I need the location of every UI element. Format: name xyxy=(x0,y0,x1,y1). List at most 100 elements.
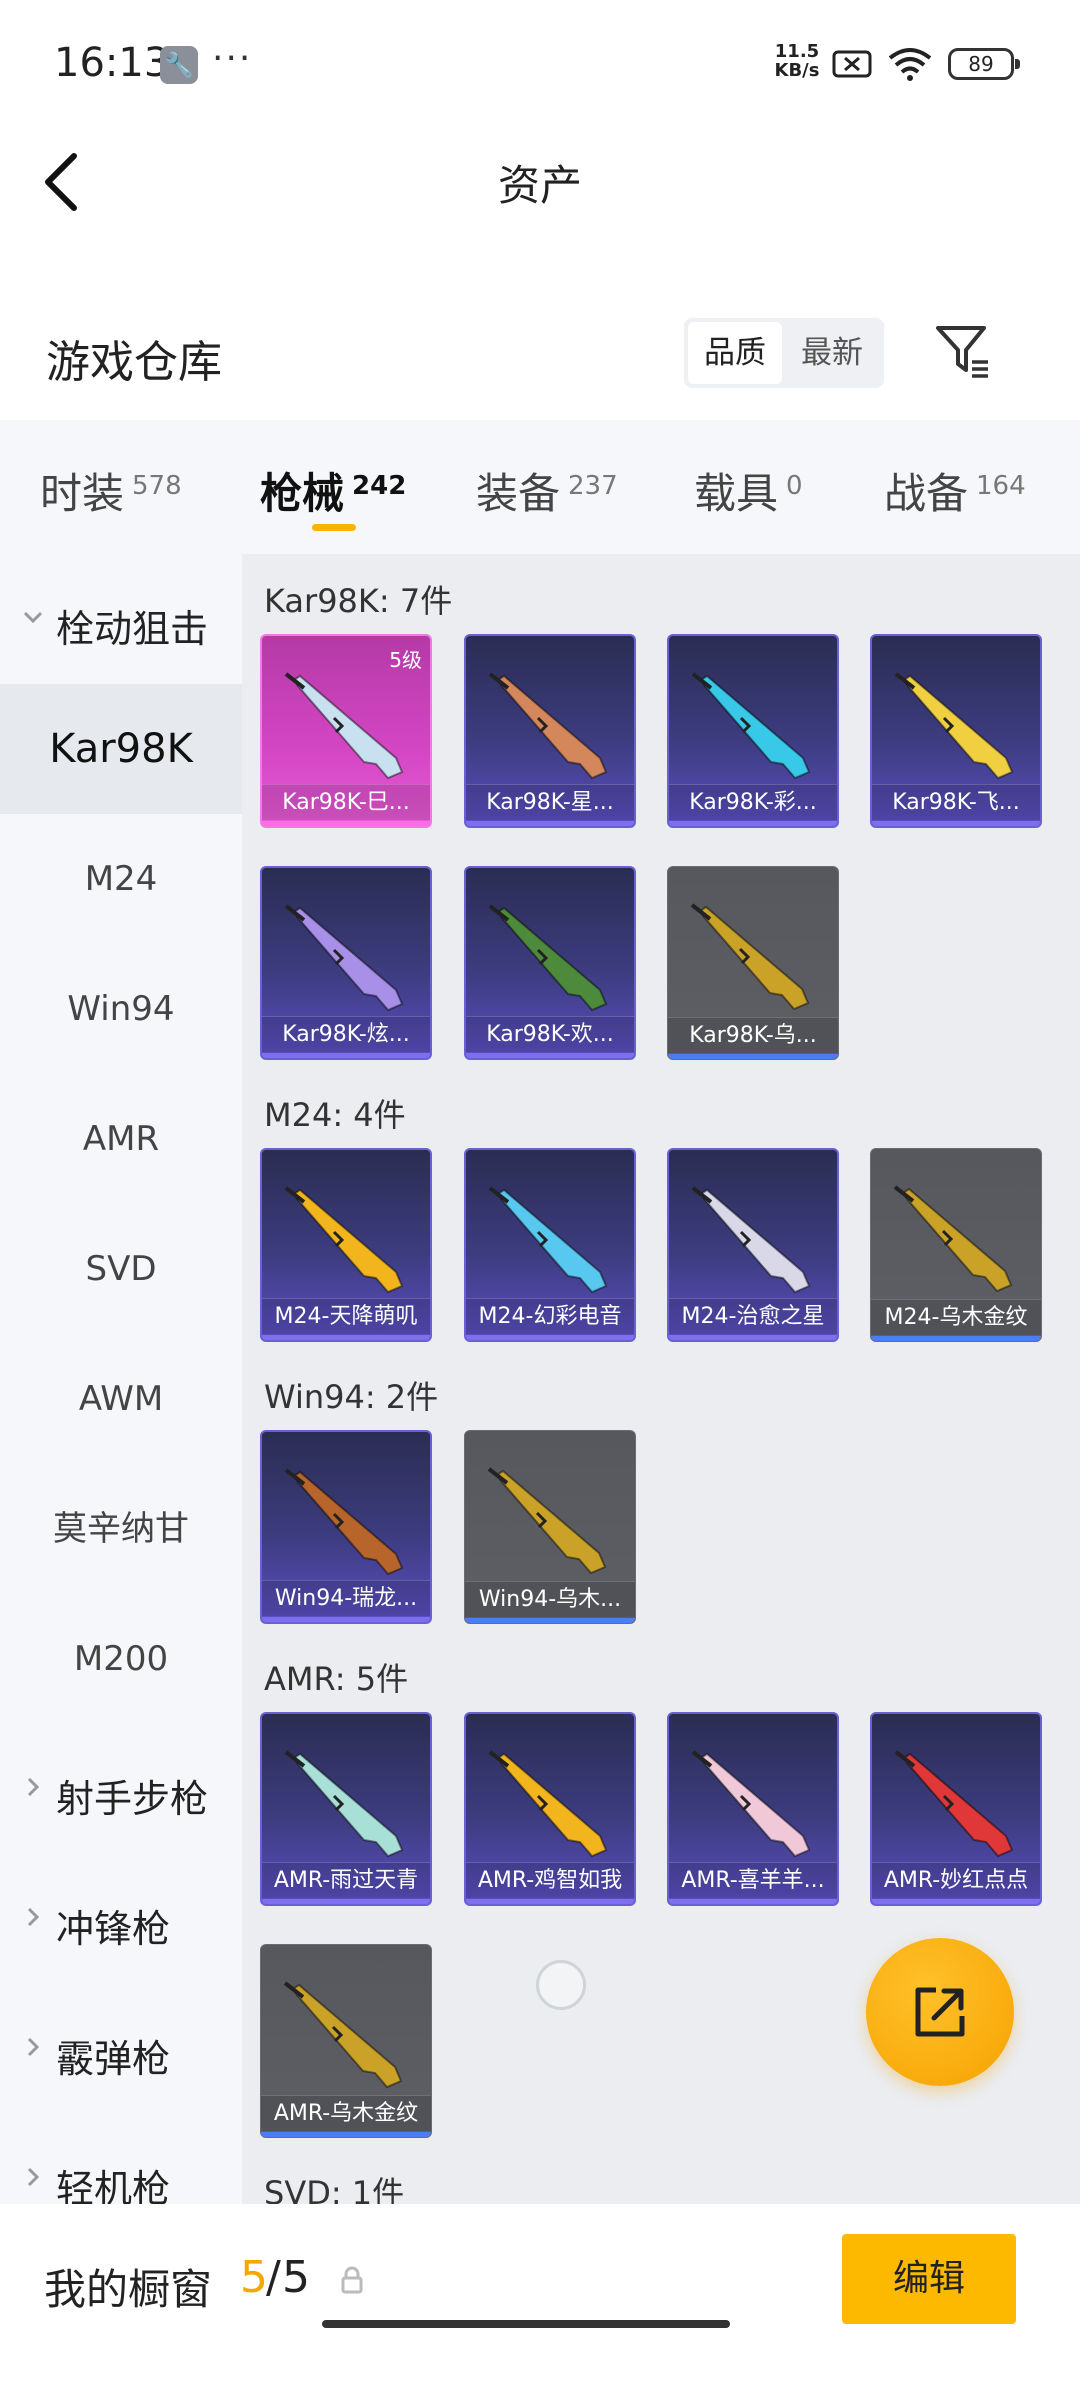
weapon-skin-card[interactable]: AMR-雨过天青 xyxy=(260,1712,432,1906)
sidebar-item-awm[interactable]: AWM xyxy=(0,1334,242,1464)
sidebar-group-label: 射手步枪 xyxy=(56,1777,209,1821)
filter-icon[interactable] xyxy=(934,322,992,380)
weapon-skin-card[interactable]: Kar98K-飞... xyxy=(870,634,1042,828)
weapon-skin-card[interactable]: AMR-鸡智如我 xyxy=(464,1712,636,1906)
chevron-right-icon xyxy=(27,1777,40,1797)
home-indicator[interactable] xyxy=(322,2320,730,2328)
share-button[interactable] xyxy=(866,1938,1014,2086)
weapon-skin-card[interactable]: Win94-乌木... xyxy=(464,1430,636,1624)
weapon-skin-name: Kar98K-飞... xyxy=(872,784,1040,820)
weapon-skin-name: M24-幻彩电音 xyxy=(466,1298,634,1334)
sim-disabled-icon xyxy=(832,50,872,78)
sort-newest-button[interactable]: 最新 xyxy=(784,322,880,384)
weapon-skin-card[interactable]: M24-天降萌叽 xyxy=(260,1148,432,1342)
tab-label: 装备 xyxy=(476,469,561,518)
rifle-icon xyxy=(894,672,1014,780)
weapon-skin-card[interactable]: Kar98K-星... xyxy=(464,634,636,828)
rifle-icon xyxy=(690,903,810,1011)
weapon-skin-name: Kar98K-欢... xyxy=(466,1016,634,1052)
wifi-icon xyxy=(888,48,932,81)
weapon-skin-card[interactable]: AMR-妙红点点 xyxy=(870,1712,1042,1906)
tab-count: 0 xyxy=(786,471,803,501)
page-title: 资产 xyxy=(497,161,582,210)
tab-vehicles[interactable]: 载具 0 xyxy=(694,460,803,520)
share-icon xyxy=(915,1987,965,2037)
level-badge: 5级 xyxy=(389,648,422,672)
weapon-skin-name: M24-天降萌叽 xyxy=(262,1298,430,1334)
rifle-icon xyxy=(488,1750,608,1858)
sort-quality-button[interactable]: 品质 xyxy=(688,322,782,384)
network-speed: 11.5 KB/s xyxy=(774,41,820,81)
rifle-icon xyxy=(284,1186,404,1294)
wrench-icon: 🔧 xyxy=(160,46,198,84)
showcase-bar: 我的橱窗 5 / 5 编辑 xyxy=(0,2204,1080,2400)
sidebar-group-shotgun[interactable]: 霰弹枪 xyxy=(0,1984,242,2114)
edit-button[interactable]: 编辑 xyxy=(842,2234,1016,2324)
category-tabs: 时装 578 枪械 242 装备 237 载具 0 战备 164 xyxy=(0,420,1080,554)
tab-count: 242 xyxy=(352,471,407,501)
rifle-icon xyxy=(691,1186,811,1294)
tab-count: 237 xyxy=(568,471,618,501)
rifle-icon xyxy=(893,1185,1013,1293)
section-title: Kar98K: 7件 xyxy=(264,582,453,620)
weapon-skin-card[interactable]: M24-乌木金纹 xyxy=(870,1148,1042,1342)
showcase-used-count: 5 xyxy=(240,2252,268,2303)
tab-count: 164 xyxy=(976,471,1026,501)
sidebar-item-kar98k[interactable]: Kar98K xyxy=(0,684,242,814)
status-bar: 16:13 🔧 ··· 11.5 KB/s 89 xyxy=(0,0,1080,126)
weapon-skin-card[interactable]: M24-幻彩电音 xyxy=(464,1148,636,1342)
warehouse-title: 游戏仓库 xyxy=(46,337,222,388)
showcase-label: 我的橱窗 xyxy=(44,2265,213,2314)
weapon-skin-card[interactable]: Kar98K-欢... xyxy=(464,866,636,1060)
weapon-skin-card[interactable]: AMR-喜羊羊... xyxy=(667,1712,839,1906)
weapon-skin-name: Kar98K-彩... xyxy=(669,784,837,820)
scroll-handle[interactable] xyxy=(536,1960,586,2010)
weapon-skin-name: AMR-鸡智如我 xyxy=(466,1862,634,1898)
weapon-skin-name: Win94-乌木... xyxy=(465,1581,635,1617)
section-title: SVD: 1件 xyxy=(264,2174,405,2204)
weapon-skin-card[interactable]: M24-治愈之星 xyxy=(667,1148,839,1342)
sidebar-group-lmg[interactable]: 轻机枪 xyxy=(0,2114,242,2204)
weapon-skin-card[interactable]: Kar98K-乌... xyxy=(667,866,839,1060)
more-notifications-icon: ··· xyxy=(212,38,253,79)
tab-label: 载具 xyxy=(694,469,779,518)
weapon-skin-card[interactable]: AMR-乌木金纹 xyxy=(260,1944,432,2138)
tab-supplies[interactable]: 战备 164 xyxy=(884,460,1026,520)
sidebar-group-bolt-action[interactable]: 栓动狙击 xyxy=(0,554,242,684)
chevron-right-icon xyxy=(27,1907,40,1927)
sidebar-item-amr[interactable]: AMR xyxy=(0,1074,242,1204)
tab-label: 战备 xyxy=(884,469,969,518)
tab-equipment[interactable]: 装备 237 xyxy=(476,460,618,520)
sidebar-group-marksman[interactable]: 射手步枪 xyxy=(0,1724,242,1854)
weapon-skin-card[interactable]: Win94-瑞龙... xyxy=(260,1430,432,1624)
rifle-icon xyxy=(283,1981,403,2089)
sidebar-item-m200[interactable]: M200 xyxy=(0,1594,242,1724)
sidebar-group-smg[interactable]: 冲锋枪 xyxy=(0,1854,242,1984)
weapon-skin-card[interactable]: Kar98K-彩... xyxy=(667,634,839,828)
weapon-skin-name: AMR-妙红点点 xyxy=(872,1862,1040,1898)
sort-toggle: 品质 最新 xyxy=(684,318,884,388)
sidebar-item-win94[interactable]: Win94 xyxy=(0,944,242,1074)
section-title: Win94: 2件 xyxy=(264,1378,439,1416)
weapon-skin-card[interactable]: 5级 Kar98K-巳... xyxy=(260,634,432,828)
rifle-icon xyxy=(691,672,811,780)
showcase-total-count: 5 xyxy=(282,2252,310,2303)
sidebar-item-svd[interactable]: SVD xyxy=(0,1204,242,1334)
weapon-skin-name: Win94-瑞龙... xyxy=(262,1580,430,1616)
rifle-icon xyxy=(284,672,404,780)
active-tab-indicator xyxy=(312,524,356,531)
showcase-separator: / xyxy=(266,2252,281,2303)
weapon-skin-name: Kar98K-巳... xyxy=(262,784,430,820)
rifle-icon xyxy=(894,1750,1014,1858)
sidebar-item-m24[interactable]: M24 xyxy=(0,814,242,944)
sidebar-item-mosin[interactable]: 莫辛纳甘 xyxy=(0,1464,242,1594)
rifle-icon xyxy=(487,1467,607,1575)
sidebar-group-label: 霰弹枪 xyxy=(56,2037,171,2081)
rifle-icon xyxy=(284,1750,404,1858)
lock-icon xyxy=(341,2266,363,2294)
weapon-skin-name: Kar98K-乌... xyxy=(668,1017,838,1053)
tab-outfit[interactable]: 时装 578 xyxy=(40,460,182,520)
tab-weapons[interactable]: 枪械 242 xyxy=(260,460,406,520)
chevron-right-icon xyxy=(27,2167,40,2187)
weapon-skin-card[interactable]: Kar98K-炫... xyxy=(260,866,432,1060)
